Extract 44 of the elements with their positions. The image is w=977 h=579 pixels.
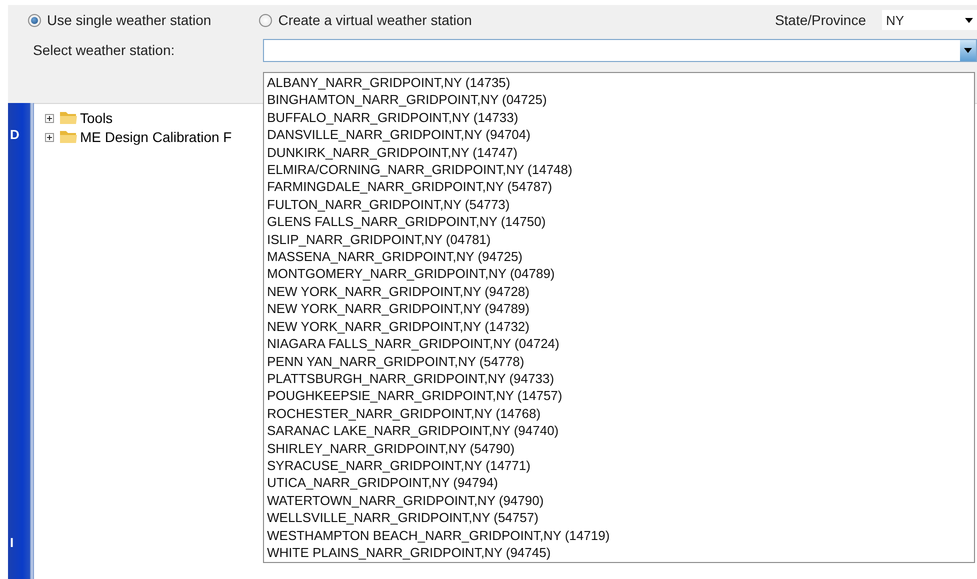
station-option[interactable]: WATERTOWN_NARR_GRIDPOINT,NY (94790) <box>267 492 971 510</box>
state-label: State/Province <box>774 12 866 28</box>
station-option[interactable]: MONTGOMERY_NARR_GRIDPOINT,NY (04789) <box>267 265 971 283</box>
station-option[interactable]: ISLIP_NARR_GRIDPOINT,NY (04781) <box>267 230 971 248</box>
station-option[interactable]: WELLSVILLE_NARR_GRIDPOINT,NY (54757) <box>267 509 971 527</box>
station-option[interactable]: WESTHAMPTON BEACH_NARR_GRIDPOINT,NY (14719) <box>267 526 971 544</box>
station-option[interactable]: ELMIRA/CORNING_NARR_GRIDPOINT,NY (14748) <box>267 161 971 178</box>
station-option[interactable]: PLATTSBURGH_NARR_GRIDPOINT,NY (94733) <box>267 370 971 388</box>
station-option[interactable]: UTICA_NARR_GRIDPOINT,NY (94794) <box>267 474 971 492</box>
radio-icon[interactable] <box>259 14 272 26</box>
radio-icon[interactable] <box>28 14 41 26</box>
station-option[interactable]: SHIRLEY_NARR_GRIDPOINT,NY (54790) <box>267 440 971 457</box>
radio-option[interactable]: Use single weather station <box>28 12 212 28</box>
field-label: Select weather station: <box>33 42 176 58</box>
station-option[interactable]: FARMINGDALE_NARR_GRIDPOINT,NY (54787) <box>267 178 971 196</box>
station-option[interactable]: NEW YORK_NARR_GRIDPOINT,NY (14732) <box>267 318 971 336</box>
station-option[interactable]: SYRACUSE_NARR_GRIDPOINT,NY (14771) <box>267 456 971 474</box>
station-option[interactable]: ROCHESTER_NARR_GRIDPOINT,NY (14768) <box>267 404 971 422</box>
station-option[interactable]: ALBANY_NARR_GRIDPOINT,NY (14735) <box>267 74 971 92</box>
station-option[interactable]: GLENS FALLS_NARR_GRIDPOINT,NY (14750) <box>267 213 971 231</box>
station-option[interactable]: NIAGARA FALLS_NARR_GRIDPOINT,NY (04724) <box>267 335 971 352</box>
station-option[interactable]: DANSVILLE_NARR_GRIDPOINT,NY (94704) <box>267 126 971 144</box>
side-tab-label[interactable]: D <box>10 127 20 142</box>
station-option[interactable]: SARANAC LAKE_NARR_GRIDPOINT,NY (94740) <box>267 422 971 440</box>
side-tab-label[interactable]: I <box>10 535 14 550</box>
station-option[interactable]: FULTON_NARR_GRIDPOINT,NY (54773) <box>267 196 971 214</box>
tree-item[interactable]: Tools <box>45 110 232 126</box>
station-option[interactable]: NEW YORK_NARR_GRIDPOINT,NY (94789) <box>267 300 971 318</box>
station-option[interactable]: DUNKIRK_NARR_GRIDPOINT,NY (14747) <box>267 144 971 162</box>
expand-icon[interactable] <box>45 114 54 122</box>
station-option[interactable]: NEW YORK_NARR_GRIDPOINT,NY (94728) <box>267 282 971 300</box>
radio-option[interactable]: Create a virtual weather station <box>259 12 472 28</box>
station-option[interactable]: BUFFALO_NARR_GRIDPOINT,NY (14733) <box>267 108 971 126</box>
station-option[interactable]: POUGHKEEPSIE_NARR_GRIDPOINT,NY (14757) <box>267 387 971 405</box>
station-option[interactable]: MASSENA_NARR_GRIDPOINT,NY (94725) <box>267 248 971 266</box>
tree-item[interactable]: ME Design Calibration F <box>45 129 232 145</box>
caret-icon <box>965 18 973 22</box>
caret-icon <box>964 48 972 52</box>
station-option[interactable]: BINGHAMTON_NARR_GRIDPOINT,NY (04725) <box>267 91 971 109</box>
expand-icon[interactable] <box>45 132 54 142</box>
station-option[interactable]: PENN YAN_NARR_GRIDPOINT,NY (54778) <box>267 352 971 370</box>
station-option[interactable]: WHITE PLAINS_NARR_GRIDPOINT,NY (94745) <box>267 544 971 562</box>
state-dropdown[interactable]: NY <box>882 10 977 30</box>
dropdown-button[interactable] <box>960 40 976 60</box>
